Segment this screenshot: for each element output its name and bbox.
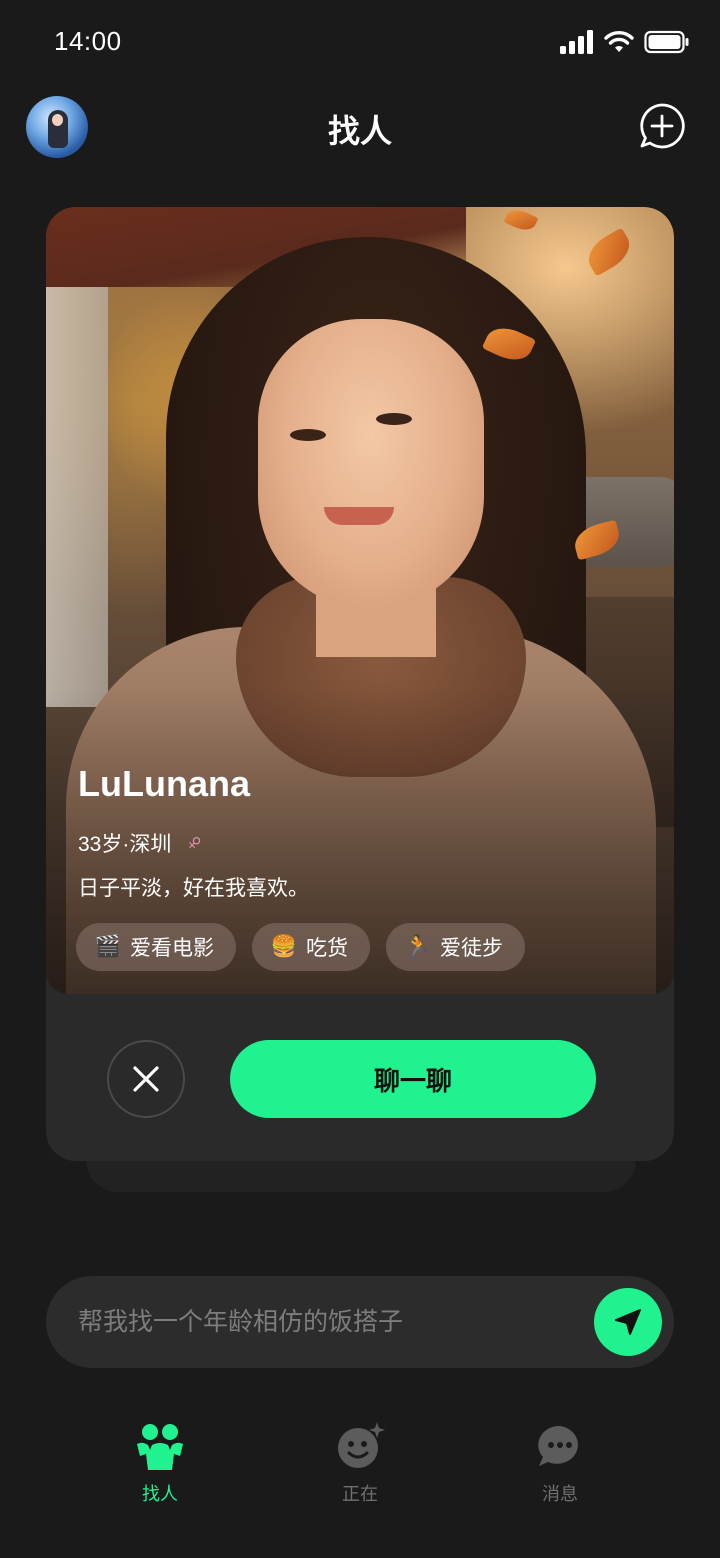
profile-photo: LuLunana 33岁·深圳 ♀ 日子平淡，好在我喜欢。 🎬 爱看电影 🍔 吃… <box>46 207 674 994</box>
people-icon <box>137 1424 183 1470</box>
cellular-signal-icon <box>560 30 593 54</box>
tag-label: 爱徒步 <box>440 937 503 960</box>
status-time: 14:00 <box>54 26 122 56</box>
tag-foodie[interactable]: 🍔 吃货 <box>252 923 370 971</box>
burger-icon: 🍔 <box>270 935 298 958</box>
tab-messages[interactable]: 消息 <box>500 1420 620 1506</box>
send-arrow-icon <box>615 1309 641 1335</box>
add-chat-icon[interactable] <box>638 102 686 150</box>
tab-label: 找人 <box>142 1484 178 1504</box>
send-button[interactable] <box>594 1288 662 1356</box>
tab-find-people[interactable]: 找人 <box>100 1420 220 1506</box>
dismiss-button[interactable] <box>107 1040 185 1118</box>
tag-movies[interactable]: 🎬 爱看电影 <box>76 923 236 971</box>
profile-meta: 33岁·深圳 ♀ <box>78 825 213 860</box>
chat-button[interactable]: 聊一聊 <box>230 1040 596 1118</box>
search-input[interactable] <box>78 1276 578 1368</box>
status-icons <box>560 30 690 54</box>
running-person-icon: 🏃 <box>404 935 432 958</box>
tab-label: 消息 <box>542 1484 578 1504</box>
profile-card[interactable]: LuLunana 33岁·深圳 ♀ 日子平淡，好在我喜欢。 🎬 爱看电影 🍔 吃… <box>46 207 674 1161</box>
tab-label: 正在 <box>342 1484 378 1504</box>
chat-bubble-icon <box>538 1425 578 1466</box>
tab-bar: 找人 正在 消息 <box>0 1420 720 1530</box>
tab-now[interactable]: 正在 <box>300 1420 420 1506</box>
clapperboard-icon: 🎬 <box>94 935 122 958</box>
search-bar <box>46 1276 674 1368</box>
profile-bio: 日子平淡，好在我喜欢。 <box>78 877 309 900</box>
smiley-sparkle-icon <box>338 1422 385 1468</box>
profile-age-city: 33岁·深圳 <box>78 832 172 856</box>
tag-hiking[interactable]: 🏃 爱徒步 <box>386 923 525 971</box>
screen: 14:00 找人 LuLunana 33岁·深圳 ♀ 日子平淡，好在我喜欢。 🎬… <box>0 0 720 1558</box>
card-actions: 聊一聊 <box>46 994 674 1161</box>
tag-label: 吃货 <box>306 937 348 960</box>
close-icon <box>133 1066 159 1092</box>
tag-label: 爱看电影 <box>130 937 214 960</box>
page-title: 找人 <box>327 113 392 149</box>
header: 找人 <box>0 92 720 164</box>
status-bar: 14:00 <box>0 0 720 88</box>
wifi-icon <box>604 31 634 52</box>
profile-name: LuLunana <box>78 763 250 804</box>
interest-tags: 🎬 爱看电影 🍔 吃货 🏃 爱徒步 <box>76 923 525 971</box>
battery-icon <box>644 30 689 54</box>
